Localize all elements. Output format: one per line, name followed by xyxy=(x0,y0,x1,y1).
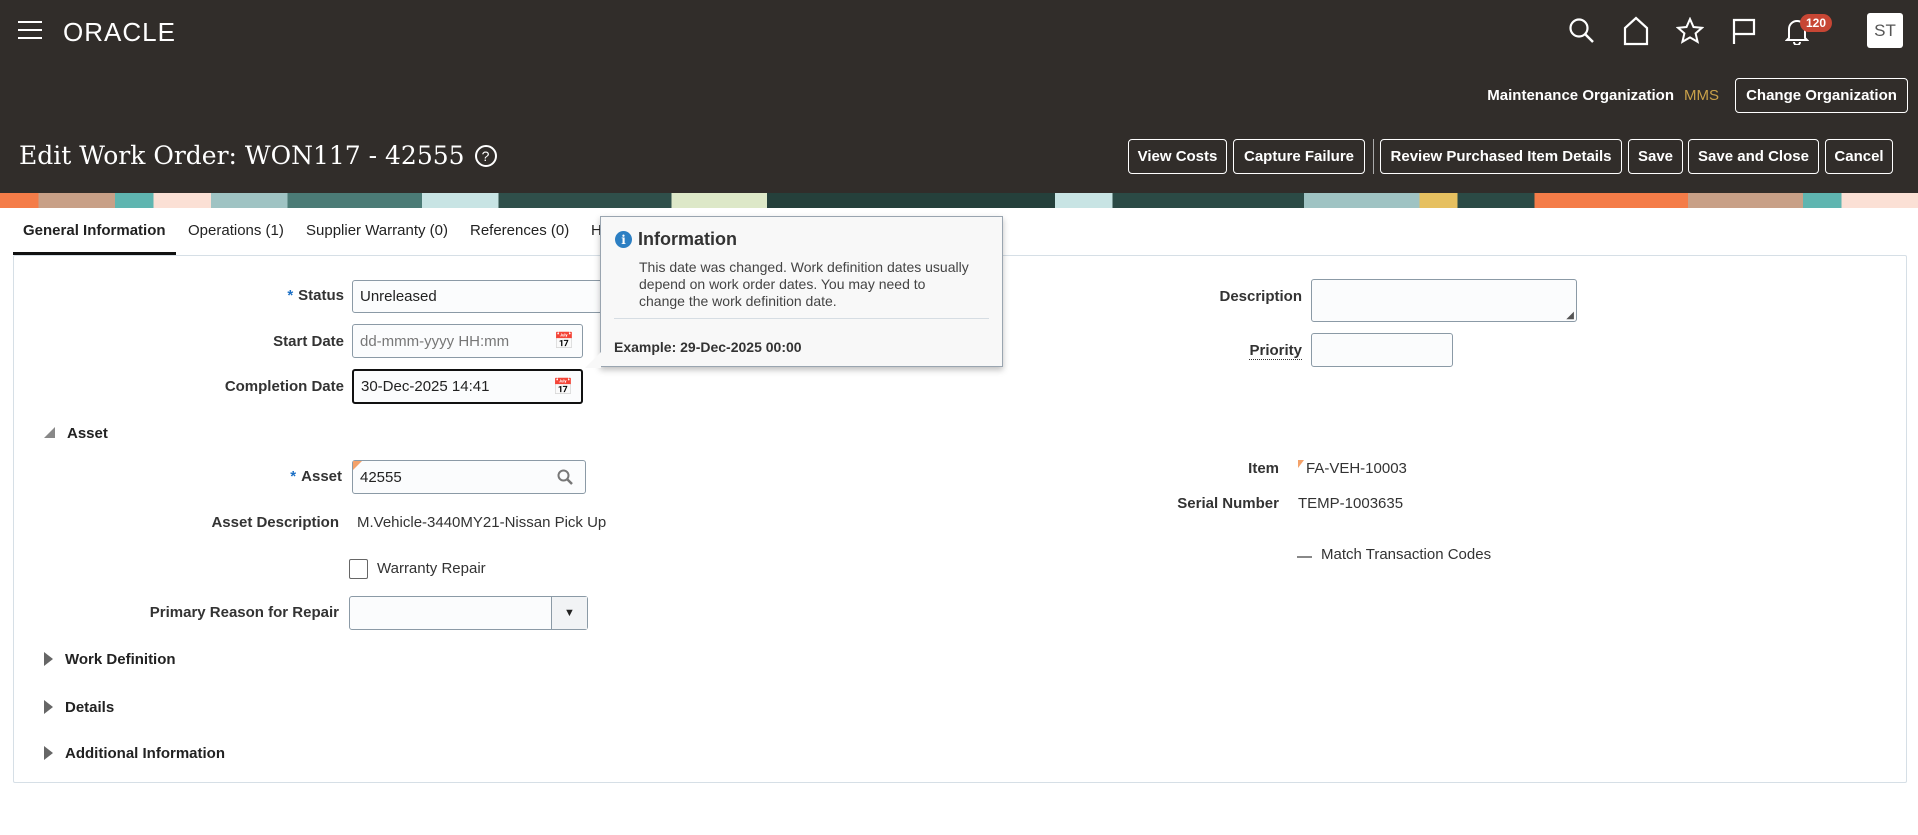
global-header: ORACLE 120 ST Maintenance Organization M… xyxy=(0,0,1918,193)
primary-reason-label: Primary Reason for Repair xyxy=(149,604,339,621)
org-label: Maintenance Organization xyxy=(1487,87,1674,104)
asset-description-value: M.Vehicle-3440MY21-Nissan Pick Up xyxy=(357,514,607,531)
asset-description-label: Asset Description xyxy=(211,514,339,531)
view-costs-button[interactable]: View Costs xyxy=(1128,139,1227,174)
description-textarea[interactable]: ◢ xyxy=(1311,279,1577,322)
asset-section-toggle[interactable]: Asset xyxy=(44,425,108,442)
review-purchased-item-details-button[interactable]: Review Purchased Item Details xyxy=(1380,139,1622,174)
start-date-input[interactable]: dd-mmm-yyyy HH:mm 📅 xyxy=(352,324,583,358)
additional-information-section-toggle[interactable]: Additional Information xyxy=(44,745,225,762)
capture-failure-button[interactable]: Capture Failure xyxy=(1233,139,1365,174)
description-label: Description xyxy=(1219,288,1302,305)
information-popup: i Information This date was changed. Wor… xyxy=(585,216,1003,368)
home-icon[interactable] xyxy=(1622,16,1650,46)
serial-number-label: Serial Number xyxy=(1177,495,1279,512)
page-title-text: Edit Work Order: WON117 - 42555 xyxy=(19,141,465,170)
asset-value: 42555 xyxy=(360,468,402,486)
start-date-label: Start Date xyxy=(273,333,344,350)
notification-count-badge: 120 xyxy=(1800,14,1833,32)
calendar-icon[interactable]: 📅 xyxy=(553,377,573,397)
indeterminate-checkbox-icon[interactable] xyxy=(1297,556,1312,558)
dropdown-arrow-icon[interactable]: ▼ xyxy=(551,597,587,629)
status-label: * Status xyxy=(287,287,344,304)
priority-input[interactable] xyxy=(1311,333,1453,367)
collapsed-triangle-icon xyxy=(44,746,53,760)
expanded-triangle-icon xyxy=(44,427,55,438)
collapsed-triangle-icon xyxy=(44,700,53,714)
flag-icon[interactable] xyxy=(1731,17,1757,45)
tab-operations[interactable]: Operations (1) xyxy=(188,222,284,239)
calendar-icon[interactable]: 📅 xyxy=(554,331,574,351)
completion-date-input[interactable]: 30-Dec-2025 14:41 📅 xyxy=(352,369,583,404)
changed-indicator xyxy=(353,461,362,470)
help-icon[interactable]: ? xyxy=(474,144,497,167)
page-title: Edit Work Order: WON117 - 42555? xyxy=(19,141,497,170)
favorites-star-icon[interactable] xyxy=(1676,17,1704,45)
item-value: FA-VEH-10003 xyxy=(1298,460,1407,477)
start-date-placeholder: dd-mmm-yyyy HH:mm xyxy=(360,332,510,350)
search-icon[interactable] xyxy=(557,469,573,485)
popup-body: This date was changed. Work definition d… xyxy=(639,259,969,309)
warranty-repair-label: Warranty Repair xyxy=(377,560,486,577)
work-definition-section-toggle[interactable]: Work Definition xyxy=(44,651,176,668)
cancel-button[interactable]: Cancel xyxy=(1825,139,1893,174)
popup-header: i Information xyxy=(615,229,737,250)
tab-supplier-warranty[interactable]: Supplier Warranty (0) xyxy=(306,222,448,239)
changed-indicator xyxy=(1298,460,1304,468)
collapsed-triangle-icon xyxy=(44,652,53,666)
priority-label[interactable]: Priority xyxy=(1249,342,1302,360)
warranty-repair-checkbox[interactable] xyxy=(349,559,368,579)
match-transaction-codes-label: Match Transaction Codes xyxy=(1321,546,1492,563)
save-and-close-button[interactable]: Save and Close xyxy=(1688,139,1819,174)
serial-number-value: TEMP-1003635 xyxy=(1298,495,1404,512)
change-organization-button[interactable]: Change Organization xyxy=(1735,78,1908,113)
org-value: MMS xyxy=(1684,87,1719,104)
hamburger-menu-icon[interactable] xyxy=(18,21,42,39)
resize-handle-icon[interactable]: ◢ xyxy=(1566,310,1574,321)
toolbar-separator xyxy=(1373,139,1374,174)
oracle-logo[interactable]: ORACLE xyxy=(63,17,176,48)
asset-input[interactable]: 42555 xyxy=(352,460,586,494)
tab-references[interactable]: References (0) xyxy=(470,222,569,239)
completion-date-value: 30-Dec-2025 14:41 xyxy=(361,378,490,395)
completion-date-label: Completion Date xyxy=(224,378,344,395)
popup-pointer xyxy=(585,352,601,368)
decorative-banner xyxy=(0,193,1918,208)
asset-label: * Asset xyxy=(290,468,342,485)
search-icon[interactable] xyxy=(1568,17,1596,45)
popup-example: Example: 29-Dec-2025 00:00 xyxy=(614,339,802,355)
info-icon: i xyxy=(615,231,632,248)
user-avatar[interactable]: ST xyxy=(1867,13,1903,48)
tab-general-information[interactable]: General Information xyxy=(23,222,166,239)
details-section-toggle[interactable]: Details xyxy=(44,699,114,716)
popup-title: Information xyxy=(638,229,737,249)
popup-divider xyxy=(614,318,989,319)
item-label: Item xyxy=(1248,460,1279,477)
primary-reason-select[interactable]: ▼ xyxy=(349,596,588,630)
save-button[interactable]: Save xyxy=(1628,139,1683,174)
